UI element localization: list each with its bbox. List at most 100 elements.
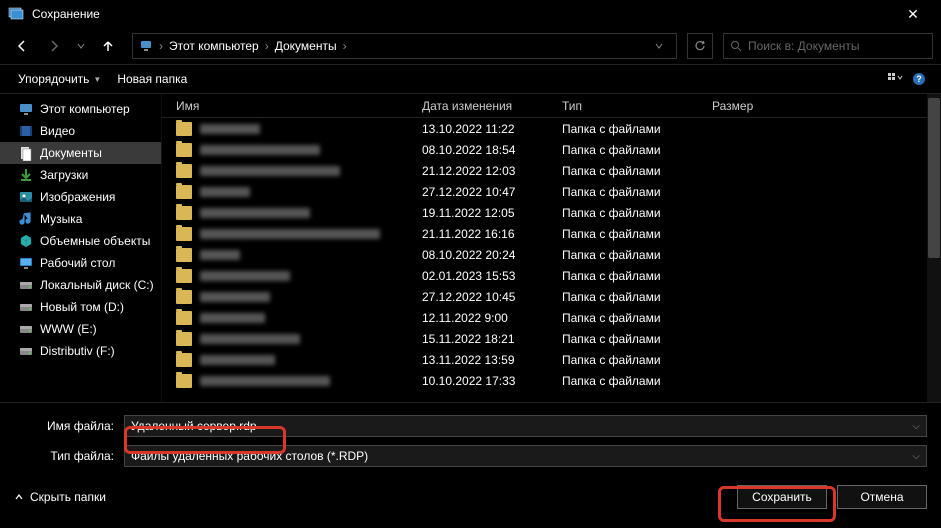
file-date: 08.10.2022 20:24	[422, 248, 562, 262]
breadcrumb-pc[interactable]: Этот компьютер	[165, 39, 263, 53]
disk-icon	[18, 321, 34, 337]
action-bar: Скрыть папки Сохранить Отмена	[0, 475, 941, 519]
file-row[interactable]: 12.11.2022 9:00Папка с файлами	[162, 307, 941, 328]
col-name[interactable]: Имя	[176, 99, 422, 113]
sidebar-item[interactable]: Видео	[0, 120, 161, 142]
folder-icon	[176, 122, 192, 136]
chevron-down-icon[interactable]: ⌵	[912, 451, 920, 462]
folder-icon	[176, 290, 192, 304]
filetype-field[interactable]: Файлы удаленных рабочих столов (*.RDP) ⌵	[124, 445, 927, 467]
file-name-redacted	[200, 145, 320, 155]
sidebar-item-label: Изображения	[40, 190, 115, 204]
file-type: Папка с файлами	[562, 353, 712, 367]
scrollbar[interactable]	[927, 94, 941, 402]
col-type[interactable]: Тип	[562, 99, 712, 113]
refresh-button[interactable]	[687, 33, 713, 59]
search-input[interactable]	[748, 39, 926, 53]
disk-icon	[18, 299, 34, 315]
breadcrumb-sep[interactable]: ›	[341, 39, 349, 53]
sidebar-item[interactable]: Документы	[0, 142, 161, 164]
address-dropdown[interactable]	[648, 41, 670, 51]
save-button[interactable]: Сохранить	[737, 485, 827, 509]
organize-button[interactable]: Упорядочить▼	[10, 68, 109, 90]
file-type: Папка с файлами	[562, 143, 712, 157]
sidebar-item-label: WWW (E:)	[40, 322, 97, 336]
breadcrumb-sep[interactable]: ›	[157, 39, 165, 53]
desktop-icon	[18, 255, 34, 271]
file-row[interactable]: 13.11.2022 13:59Папка с файлами	[162, 349, 941, 370]
cancel-button[interactable]: Отмена	[837, 485, 927, 509]
sidebar-item[interactable]: Рабочий стол	[0, 252, 161, 274]
sidebar-item-label: Этот компьютер	[40, 102, 130, 116]
sidebar-item[interactable]: Локальный диск (C:)	[0, 274, 161, 296]
up-button[interactable]	[94, 34, 122, 58]
folder-icon	[176, 248, 192, 262]
file-row[interactable]: 08.10.2022 20:24Папка с файлами	[162, 244, 941, 265]
file-row[interactable]: 21.12.2022 12:03Папка с файлами	[162, 160, 941, 181]
folder-icon	[176, 185, 192, 199]
file-row[interactable]: 27.12.2022 10:45Папка с файлами	[162, 286, 941, 307]
file-name-redacted	[200, 271, 290, 281]
sidebar-item[interactable]: Изображения	[0, 186, 161, 208]
form-area: Имя файла: ⌵ Тип файла: Файлы удаленных …	[0, 402, 941, 467]
sidebar-item[interactable]: Distributiv (F:)	[0, 340, 161, 362]
file-row[interactable]: 13.10.2022 11:22Папка с файлами	[162, 118, 941, 139]
file-name-redacted	[200, 229, 380, 239]
sidebar-item[interactable]: Объемные объекты	[0, 230, 161, 252]
sidebar-item[interactable]: WWW (E:)	[0, 318, 161, 340]
folder-icon	[176, 164, 192, 178]
pc-icon	[139, 39, 153, 53]
sidebar: Этот компьютер ВидеоДокументы Загрузки Изоб…	[0, 94, 162, 402]
svg-text:?: ?	[916, 74, 922, 84]
breadcrumb-sep[interactable]: ›	[263, 39, 271, 53]
new-folder-button[interactable]: Новая папка	[109, 68, 195, 90]
file-name-redacted	[200, 166, 340, 176]
search-box[interactable]	[723, 33, 933, 59]
file-date: 10.10.2022 17:33	[422, 374, 562, 388]
filename-input[interactable]	[131, 419, 912, 433]
hide-folders-button[interactable]: Скрыть папки	[14, 490, 106, 504]
back-button[interactable]	[8, 34, 36, 58]
sidebar-item[interactable]: Загрузки	[0, 164, 161, 186]
file-type: Папка с файлами	[562, 248, 712, 262]
file-row[interactable]: 08.10.2022 18:54Папка с файлами	[162, 139, 941, 160]
file-row[interactable]: 21.11.2022 16:16Папка с файлами	[162, 223, 941, 244]
close-button[interactable]: ✕	[893, 0, 933, 28]
folder-icon	[176, 311, 192, 325]
filename-field[interactable]: ⌵	[124, 415, 927, 437]
file-name-redacted	[200, 334, 300, 344]
forward-button[interactable]	[40, 34, 68, 58]
recent-dropdown[interactable]	[72, 34, 90, 58]
sidebar-item[interactable]: Этот компьютер	[0, 98, 161, 120]
sidebar-item-label: Загрузки	[40, 168, 88, 182]
file-name-redacted	[200, 250, 240, 260]
address-bar[interactable]: › Этот компьютер › Документы ›	[132, 33, 677, 59]
filetype-label: Тип файла:	[14, 449, 114, 463]
video-icon	[18, 123, 34, 139]
file-name-redacted	[200, 124, 260, 134]
folder-icon	[176, 143, 192, 157]
help-button[interactable]: ?	[907, 67, 931, 91]
sidebar-item[interactable]: Музыка	[0, 208, 161, 230]
breadcrumb-docs[interactable]: Документы	[271, 39, 341, 53]
file-row[interactable]: 27.12.2022 10:47Папка с файлами	[162, 181, 941, 202]
file-date: 21.12.2022 12:03	[422, 164, 562, 178]
view-options-button[interactable]	[883, 67, 907, 91]
col-date[interactable]: Дата изменения	[422, 99, 562, 113]
col-size[interactable]: Размер	[712, 99, 792, 113]
chevron-down-icon: ▼	[93, 75, 101, 84]
file-row[interactable]: 10.10.2022 17:33Папка с файлами	[162, 370, 941, 391]
file-row[interactable]: 19.11.2022 12:05Папка с файлами	[162, 202, 941, 223]
scroll-thumb[interactable]	[928, 98, 940, 258]
pc-icon	[18, 101, 34, 117]
file-row[interactable]: 02.01.2023 15:53Папка с файлами	[162, 265, 941, 286]
file-name-redacted	[200, 292, 270, 302]
file-type: Папка с файлами	[562, 164, 712, 178]
file-date: 02.01.2023 15:53	[422, 269, 562, 283]
file-row[interactable]: 15.11.2022 18:21Папка с файлами	[162, 328, 941, 349]
sidebar-item[interactable]: Новый том (D:)	[0, 296, 161, 318]
folder-icon	[176, 206, 192, 220]
chevron-down-icon[interactable]: ⌵	[912, 421, 920, 432]
search-icon	[730, 40, 742, 52]
folder-icon	[176, 353, 192, 367]
